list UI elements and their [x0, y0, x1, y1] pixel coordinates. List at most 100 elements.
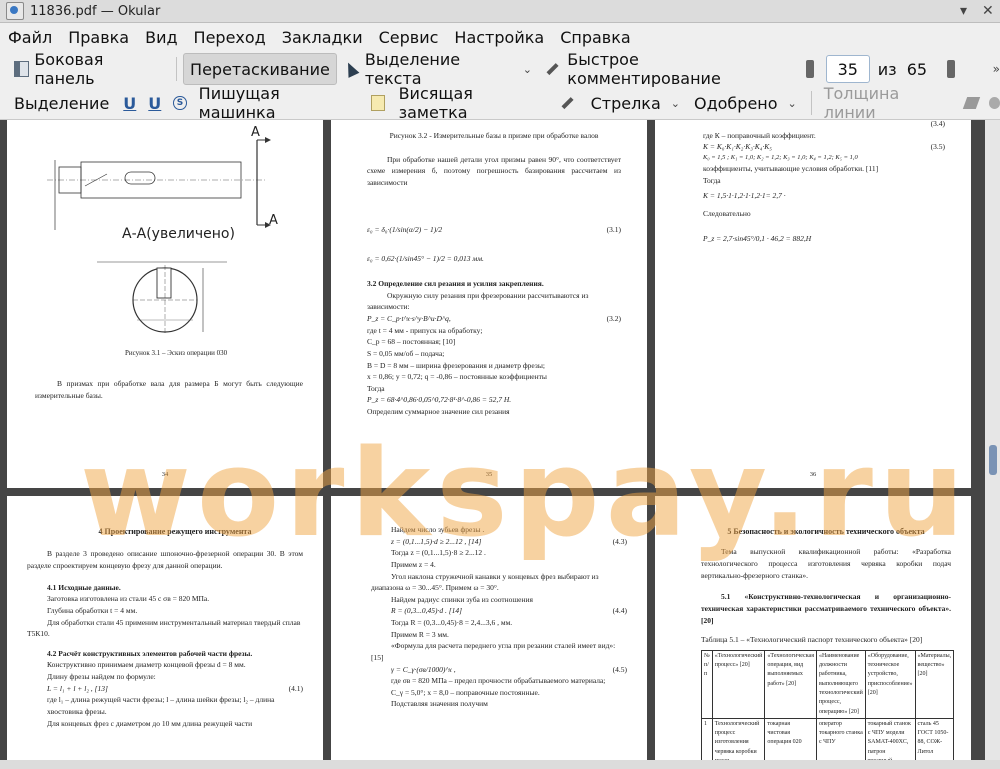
equation-3-4-number: (3.4) — [930, 120, 945, 128]
prev-page-icon[interactable] — [806, 60, 814, 78]
page-36-number: 36 — [809, 470, 817, 478]
page-35-paragraph-1: При обработке нашей детали угол призмы р… — [367, 154, 621, 187]
menu-view[interactable]: Вид — [137, 28, 185, 47]
equation-4-5-number: (4.5) — [612, 664, 627, 674]
page-37: 4 Проектирование режущего инструмента В … — [7, 496, 323, 760]
k-values: K₀ = 1,5 ; K₁ = 1,0; K₂ = 1,2; K₃ = 1,0;… — [703, 153, 858, 161]
page-number-input[interactable]: 35 — [825, 55, 870, 83]
stamp-button[interactable]: Одобрено ⌄ — [688, 88, 803, 118]
toolbar-overflow-icon[interactable]: » — [993, 62, 1000, 76]
close-icon[interactable]: ✕ — [982, 3, 994, 19]
list-item: Тогда z = (0,1...1,5)·8 ≥ 2...12 . — [391, 548, 486, 558]
table-cell: 1 — [701, 717, 713, 760]
section-heading-5-1: 5.1 «Конструктивно-технологическая и орг… — [701, 592, 951, 625]
popup-note-button[interactable]: Висящая заметка — [393, 84, 546, 122]
underline-icon[interactable]: U — [123, 94, 136, 113]
list-item: где σв = 820 МПа – предел прочности обра… — [391, 676, 606, 686]
chevron-down-icon[interactable]: ⌄ — [671, 97, 680, 110]
typewriter-button[interactable]: Пишущая машинка — [193, 84, 360, 122]
chevron-down-icon[interactable]: ⌄ — [788, 97, 797, 110]
section-marker-bottom: А — [269, 213, 278, 228]
shaft-sketch-figure: А А А-А(увеличено) — [47, 125, 278, 335]
force-result: P_z = 68·4^0,86·0,05^0,72·8¹·8^-0,86 = 5… — [367, 395, 512, 405]
page-35-paragraph-2: Окружную силу резания при фрезеровании р… — [367, 290, 589, 312]
table-cell: Технологический процесс изготовления чер… — [711, 717, 766, 760]
list-item: C_γ = 5,0°; x = 8,0 – поправочные постоя… — [391, 687, 540, 697]
okular-app-icon — [6, 2, 24, 20]
toolbar-separator — [810, 91, 812, 115]
minimize-icon[interactable]: ▾ — [960, 3, 967, 19]
page-35: Рисунок 3.2 - Измерительные базы в призм… — [331, 120, 647, 488]
document-viewport[interactable]: А А А-А(увеличено) Рисунок 3.1 – Эскиз о… — [0, 120, 985, 760]
annot-select-button[interactable]: Выделение — [8, 88, 115, 118]
typewriter-label: Пишущая машинка — [198, 84, 280, 122]
list-item: x = 0,86; y = 0,72; q = -0,86 – постоянн… — [367, 372, 547, 382]
chevron-down-icon[interactable]: ⌄ — [523, 63, 532, 76]
list-item: Подставляя значения получим — [391, 699, 488, 709]
list-item: B = D = 8 мм – ширина фрезерования и диа… — [367, 360, 545, 370]
menu-go[interactable]: Переход — [186, 28, 274, 47]
color-icon[interactable] — [963, 97, 981, 109]
page-34: А А А-А(увеличено) Рисунок 3.1 – Эскиз о… — [7, 120, 323, 488]
toolbar-separator — [176, 57, 178, 81]
strikeout-icon[interactable]: S — [173, 96, 187, 110]
sidebar-toggle-button[interactable]: Боковая панель — [8, 50, 168, 88]
table-header-cell: «Оборудование, техническое устройство, п… — [864, 649, 916, 719]
text-select-tool-button[interactable]: Выделение текста ⌄ — [339, 50, 538, 88]
list-item: Длину фрезы найдем по формуле: — [47, 672, 156, 682]
scrollbar-thumb[interactable] — [989, 445, 997, 475]
equation-4-4-formula: R = (0,3...0,45)·d . [14] — [391, 606, 463, 616]
page-36-line-2: коэффициенты, учитывающие условия обрабо… — [703, 163, 879, 173]
then-label: Тогда — [703, 175, 721, 185]
vertical-scrollbar[interactable] — [985, 120, 1000, 760]
list-item: Конструктивно принимаем диаметр концевой… — [47, 660, 246, 670]
menu-edit[interactable]: Правка — [60, 28, 137, 47]
squiggle-underline-icon[interactable]: U — [148, 94, 161, 113]
current-page: 35 — [837, 59, 858, 79]
equation-4-5-formula: γ = C_γ·(σв/1000)^x , — [391, 664, 456, 674]
list-item: Примем z = 4. — [391, 559, 436, 569]
page-34-number: 34 — [161, 470, 169, 478]
menu-file[interactable]: Файл — [0, 28, 60, 47]
list-item: Найдем число зубьев фрезы . — [391, 525, 485, 534]
tech-passport-table: № п/п «Технологический процесс» [20] «Те… — [701, 649, 955, 760]
menu-help[interactable]: Справка — [552, 28, 639, 47]
equation-4-1-formula: L = l₁ + l + l₂ , [13] — [47, 683, 108, 693]
line-width-label: Толщина линии — [823, 84, 900, 122]
line-width-button[interactable]: Толщина линии — [818, 84, 956, 122]
table-header-cell: «Технологическая операция, вид выполняем… — [764, 649, 817, 719]
menu-settings[interactable]: Настройка — [446, 28, 552, 47]
page-total: 65 — [906, 59, 928, 79]
equation-3-5-formula: K = K₀·K₁·K₂·K₃·K₄·K₅ — [703, 142, 772, 152]
table-header-cell: «Наименование должности работника, выпол… — [815, 649, 866, 719]
menu-tools[interactable]: Сервис — [371, 28, 447, 47]
list-item: где l₁ – длина режущей части фрезы; l – … — [47, 695, 275, 716]
page-35-last-line: Определим суммарное значение сил резания — [367, 407, 510, 416]
arrow-button[interactable]: Стрелка ⌄ — [585, 88, 686, 118]
next-page-icon[interactable] — [947, 60, 955, 78]
table-cell: токарная чистовая операция 020 — [764, 717, 817, 760]
quick-comment-button[interactable]: Быстрое комментирование — [540, 50, 792, 88]
browse-tool-button[interactable]: Перетаскивание — [183, 53, 337, 85]
final-force: P_z = 2,7·sin45°/0,1 · 46,2 = 882,Н — [703, 234, 812, 244]
table-caption: Таблица 5.1 – «Технологический паспорт т… — [701, 635, 923, 645]
section-heading-4-2: 4.2 Расчёт конструктивных элементов рабо… — [47, 648, 253, 658]
table-row: 1 Технологический процесс изготовления ч… — [701, 717, 955, 760]
menu-bookmarks[interactable]: Закладки — [274, 28, 371, 47]
list-item: где t = 4 мм - припуск на обработку; — [367, 325, 483, 335]
annotation-toolbar: Выделение U U S Пишущая машинка Висящая … — [0, 84, 1000, 122]
then-label: Тогда — [367, 383, 385, 393]
list-item: Глубина обработки t = 4 мм. — [47, 605, 138, 615]
equation-4-1-number: (4.1) — [288, 683, 303, 693]
sidebar-label: Боковая панель — [34, 50, 104, 88]
table-header-cell: № п/п — [701, 649, 713, 719]
list-item: C_p = 68 – постоянная; [10] — [367, 337, 456, 347]
window-title: 11836.pdf — Okular — [30, 3, 161, 19]
text-cursor-icon — [342, 60, 360, 78]
page-37-intro: В разделе 3 проведено описание шпоночно-… — [27, 549, 303, 571]
page-of-label: из — [877, 59, 897, 79]
list-item: S = 0,05 мм/об – подача; — [367, 348, 445, 358]
section-view-title: А-А(увеличено) — [122, 226, 235, 242]
opacity-icon[interactable] — [988, 97, 1000, 109]
list-item: Для концевых фрез с диаметром до 10 мм д… — [47, 718, 253, 728]
